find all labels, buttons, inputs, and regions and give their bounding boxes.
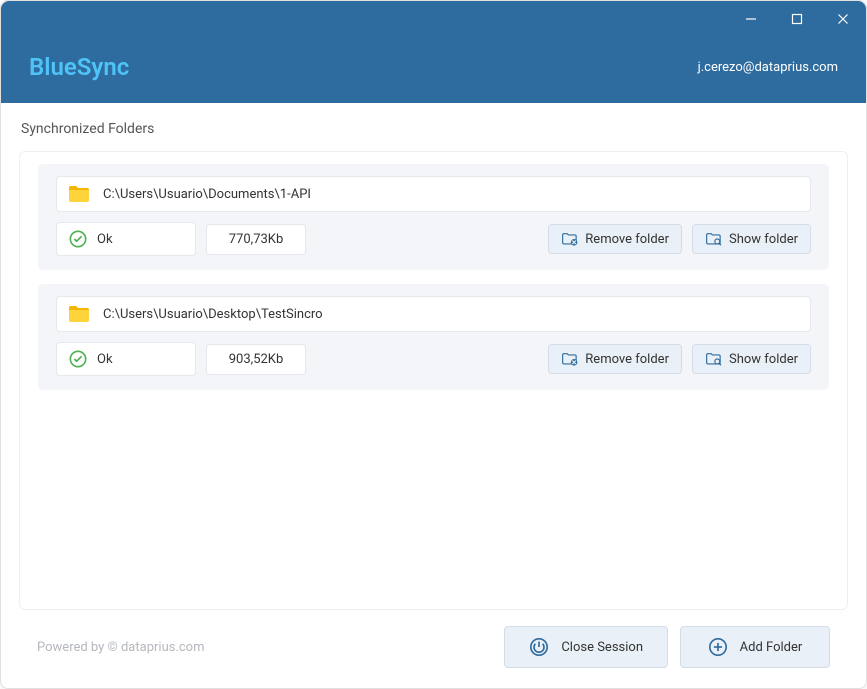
folder-card: C:\Users\Usuario\Documents\1-API Ok 770,… <box>38 164 829 270</box>
size-box: 770,73Kb <box>206 224 306 255</box>
window-titlebar <box>1 1 866 37</box>
add-folder-label: Add Folder <box>740 640 803 655</box>
show-folder-button[interactable]: Show folder <box>692 344 811 374</box>
app-window: BlueSync j.cerezo@dataprius.com Synchron… <box>0 0 867 689</box>
show-folder-label: Show folder <box>729 352 798 367</box>
section-title: Synchronized Folders <box>21 121 848 137</box>
remove-folder-button[interactable]: Remove folder <box>548 224 682 254</box>
show-folder-button[interactable]: Show folder <box>692 224 811 254</box>
status-text: Ok <box>97 232 113 247</box>
user-email: j.cerezo@dataprius.com <box>698 60 838 75</box>
show-folder-label: Show folder <box>729 232 798 247</box>
folder-path: C:\Users\Usuario\Documents\1-API <box>103 187 311 202</box>
app-logo: BlueSync <box>29 53 129 81</box>
status-ok-icon <box>69 350 87 368</box>
status-text: Ok <box>97 352 113 367</box>
power-icon <box>529 637 549 657</box>
close-icon <box>837 13 849 25</box>
folder-actions-row: Ok 770,73Kb Remove folder <box>56 222 811 256</box>
folder-card: C:\Users\Usuario\Desktop\TestSincro Ok 9… <box>38 284 829 390</box>
maximize-icon <box>791 13 803 25</box>
minimize-button[interactable] <box>728 1 774 37</box>
remove-folder-button[interactable]: Remove folder <box>548 344 682 374</box>
close-button[interactable] <box>820 1 866 37</box>
powered-by-text: Powered by © dataprius.com <box>37 640 205 655</box>
remove-folder-label: Remove folder <box>585 352 669 367</box>
folder-path-row: C:\Users\Usuario\Desktop\TestSincro <box>56 296 811 332</box>
folder-path: C:\Users\Usuario\Desktop\TestSincro <box>103 307 323 322</box>
add-folder-button[interactable]: Add Folder <box>680 626 830 668</box>
folder-remove-icon <box>561 231 579 247</box>
folder-icon <box>67 304 91 324</box>
size-box: 903,52Kb <box>206 344 306 375</box>
minimize-icon <box>745 13 757 25</box>
plus-circle-icon <box>708 637 728 657</box>
folders-list: C:\Users\Usuario\Documents\1-API Ok 770,… <box>19 151 848 610</box>
status-box: Ok <box>56 342 196 376</box>
folder-remove-icon <box>561 351 579 367</box>
close-session-label: Close Session <box>561 640 643 655</box>
folder-icon <box>67 184 91 204</box>
maximize-button[interactable] <box>774 1 820 37</box>
main-content: Synchronized Folders C:\Users\Usuario\Do… <box>1 103 866 688</box>
footer: Powered by © dataprius.com Close Session… <box>19 610 848 688</box>
remove-folder-label: Remove folder <box>585 232 669 247</box>
status-ok-icon <box>69 230 87 248</box>
status-box: Ok <box>56 222 196 256</box>
close-session-button[interactable]: Close Session <box>504 626 668 668</box>
folder-show-icon <box>705 351 723 367</box>
folder-path-row: C:\Users\Usuario\Documents\1-API <box>56 176 811 212</box>
folder-show-icon <box>705 231 723 247</box>
app-header: BlueSync j.cerezo@dataprius.com <box>1 37 866 103</box>
folder-actions-row: Ok 903,52Kb Remove folder <box>56 342 811 376</box>
